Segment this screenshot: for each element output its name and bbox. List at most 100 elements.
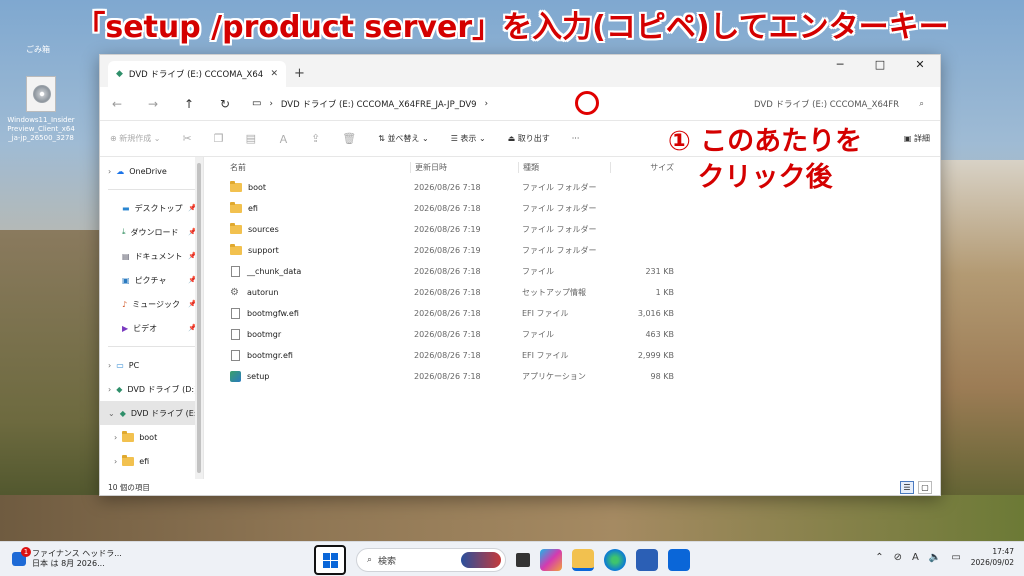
- column-header-type[interactable]: 種類: [518, 161, 610, 173]
- folder-icon: [122, 430, 135, 442]
- video-icon: ▶: [122, 323, 129, 333]
- nav-item-dvd-d[interactable]: › ◆ DVD ドライブ (D:): [100, 377, 203, 401]
- file-name-cell: efi: [204, 202, 410, 213]
- clock[interactable]: 17:47 2026/09/02: [971, 546, 1014, 568]
- desktop-iso-icon[interactable]: Windows11_Insider Preview_Client_x64 _ja…: [0, 76, 82, 143]
- file-type: ファイル フォルダー: [522, 204, 597, 213]
- file-name: bootmgr: [247, 330, 282, 339]
- file-row[interactable]: sources 2026/08/26 7:19 ファイル フォルダー: [204, 219, 940, 240]
- chevron-right-icon[interactable]: ›: [114, 457, 117, 466]
- nav-item-desktop[interactable]: ▬ デスクトップ 📌: [100, 196, 203, 220]
- back-arrow-icon[interactable]: ←: [108, 97, 126, 111]
- file-row[interactable]: bootmgfw.efi 2026/08/26 7:18 EFI ファイル 3,016…: [204, 303, 940, 324]
- forward-arrow-icon[interactable]: →: [144, 97, 162, 111]
- file-row[interactable]: bootmgr.efi 2026/08/26 7:18 EFI ファイル 2,999 …: [204, 345, 940, 366]
- widgets-news[interactable]: ファイナンス ヘッドラ... 日本 は 8月 2026...: [0, 547, 160, 569]
- chevron-right-icon[interactable]: ›: [108, 385, 111, 394]
- nav-item-downloads[interactable]: ⤓ ダウンロード 📌: [100, 220, 203, 244]
- file-name: bootmgr.efi: [247, 351, 293, 360]
- file-row[interactable]: support 2026/08/26 7:19 ファイル フォルダー: [204, 240, 940, 261]
- copilot-icon[interactable]: [540, 549, 562, 571]
- tiles-view-icon[interactable]: ▢: [918, 481, 932, 494]
- file-type: EFI ファイル: [522, 309, 569, 318]
- file-row[interactable]: setup 2026/08/26 7:18 アプリケーション 98 KB: [204, 366, 940, 387]
- tab-dvd-drive[interactable]: ◆ DVD ドライブ (E:) CCCOMA_X64 ✕: [108, 61, 286, 87]
- nav-item-pc[interactable]: › ▭ PC: [100, 353, 203, 377]
- chevron-right-icon[interactable]: ›: [108, 361, 111, 370]
- eject-button[interactable]: ⏏ 取り出す: [508, 133, 550, 144]
- maximize-button[interactable]: □: [860, 55, 900, 77]
- view-button[interactable]: ☰ 表示 ⌄: [451, 133, 486, 144]
- column-header-date[interactable]: 更新日時: [410, 161, 518, 173]
- windows-logo-icon: [322, 552, 330, 560]
- taskbar-apps: ⌕ 検索: [314, 545, 690, 575]
- settings-file-icon: ⚙: [230, 287, 239, 298]
- file-name: sources: [248, 225, 279, 234]
- taskbar-search[interactable]: ⌕ 検索: [356, 548, 506, 572]
- search-placeholder: DVD ドライブ (E:) CCCOMA_X64FR: [754, 99, 900, 110]
- nav-item-boot[interactable]: › boot: [100, 425, 203, 449]
- new-button[interactable]: ⊕ 新規作成 ⌄: [110, 133, 161, 144]
- nav-item-documents[interactable]: ▤ ドキュメント 📌: [100, 244, 203, 268]
- more-options-icon[interactable]: ···: [572, 134, 580, 143]
- start-button[interactable]: [314, 545, 346, 575]
- chevron-right-icon[interactable]: ›: [114, 433, 117, 442]
- paste-icon[interactable]: ▤: [246, 132, 256, 145]
- sort-button[interactable]: ⇅ 並べ替え ⌄: [378, 133, 429, 144]
- battery-icon[interactable]: ▭: [951, 552, 960, 563]
- file-date: 2026/08/26 7:18: [414, 351, 481, 360]
- speaker-icon[interactable]: 🔈: [929, 552, 941, 563]
- chevron-down-icon[interactable]: ⌄: [108, 409, 115, 418]
- file-row[interactable]: __chunk_data 2026/08/26 7:18 ファイル 231 KB: [204, 261, 940, 282]
- search-input[interactable]: DVD ドライブ (E:) CCCOMA_X64FR ⌕: [746, 93, 932, 115]
- path-input[interactable]: ▭ › DVD ドライブ (E:) CCCOMA_X64FRE_JA-JP_DV…: [246, 93, 708, 115]
- address-bar: ← → ↑ ↻ ▭ › DVD ドライブ (E:) CCCOMA_X64FRE_…: [100, 87, 940, 121]
- nav-label: ダウンロード: [130, 227, 179, 237]
- up-arrow-icon[interactable]: ↑: [180, 97, 198, 111]
- desktop-icon: ▬: [122, 203, 130, 213]
- refresh-icon[interactable]: ↻: [216, 97, 234, 111]
- nav-item-videos[interactable]: ▶ ビデオ 📌: [100, 316, 203, 340]
- ime-indicator[interactable]: A: [912, 552, 919, 563]
- task-view-icon[interactable]: [516, 553, 530, 567]
- close-button[interactable]: ✕: [900, 55, 940, 77]
- file-row[interactable]: ⚙ autorun 2026/08/26 7:18 セットアップ情報 1 KB: [204, 282, 940, 303]
- delete-icon[interactable]: 🗑: [342, 132, 356, 145]
- nav-label: ミュージック: [132, 299, 180, 309]
- minimize-button[interactable]: ─: [820, 55, 860, 77]
- item-count: 10 個の項目: [108, 482, 150, 492]
- desktop-wallpaper-ground: [0, 495, 1024, 541]
- network-off-icon[interactable]: ⊘: [894, 552, 902, 563]
- nav-divider: [108, 346, 195, 347]
- nav-item-pictures[interactable]: ▣ ピクチャ 📌: [100, 268, 203, 292]
- chevron-right-icon[interactable]: ›: [108, 167, 111, 176]
- edge-icon[interactable]: [604, 549, 626, 571]
- dvd-drive-icon: ◆: [116, 384, 123, 394]
- nav-item-onedrive[interactable]: › ☁ OneDrive: [100, 159, 203, 183]
- cloud-icon: ☁: [116, 166, 125, 176]
- nav-item-music[interactable]: ♪ ミュージック 📌: [100, 292, 203, 316]
- nav-scrollbar[interactable]: [195, 157, 203, 479]
- file-row[interactable]: efi 2026/08/26 7:18 ファイル フォルダー: [204, 198, 940, 219]
- path-segment-drive[interactable]: DVD ドライブ (E:) CCCOMA_X64FRE_JA-JP_DV9: [281, 98, 477, 110]
- share-icon[interactable]: ⇪: [311, 132, 320, 145]
- store-icon[interactable]: [636, 549, 658, 571]
- file-row[interactable]: bootmgr 2026/08/26 7:18 ファイル 463 KB: [204, 324, 940, 345]
- nav-label: ビデオ: [133, 323, 158, 333]
- copy-icon[interactable]: ❐: [214, 132, 224, 145]
- new-tab-button[interactable]: +: [294, 66, 305, 81]
- details-view-icon[interactable]: ☰: [900, 481, 914, 494]
- folder-icon: [122, 454, 135, 466]
- outlook-icon[interactable]: [668, 549, 690, 571]
- nav-item-dvd-e[interactable]: ⌄ ◆ DVD ドライブ (E:): [100, 401, 203, 425]
- cut-icon[interactable]: ✂: [183, 132, 192, 145]
- file-type: ファイル: [522, 267, 554, 276]
- chevron-right-icon[interactable]: ›: [485, 99, 488, 109]
- file-explorer-icon[interactable]: [572, 549, 594, 571]
- chevron-up-icon[interactable]: ⌃: [875, 552, 883, 563]
- rename-icon[interactable]: Ａ: [278, 131, 289, 147]
- column-header-name[interactable]: 名前: [204, 162, 410, 173]
- nav-item-efi[interactable]: › efi: [100, 449, 203, 473]
- tab-close-icon[interactable]: ✕: [270, 69, 278, 79]
- windows-logo-icon: [330, 560, 338, 568]
